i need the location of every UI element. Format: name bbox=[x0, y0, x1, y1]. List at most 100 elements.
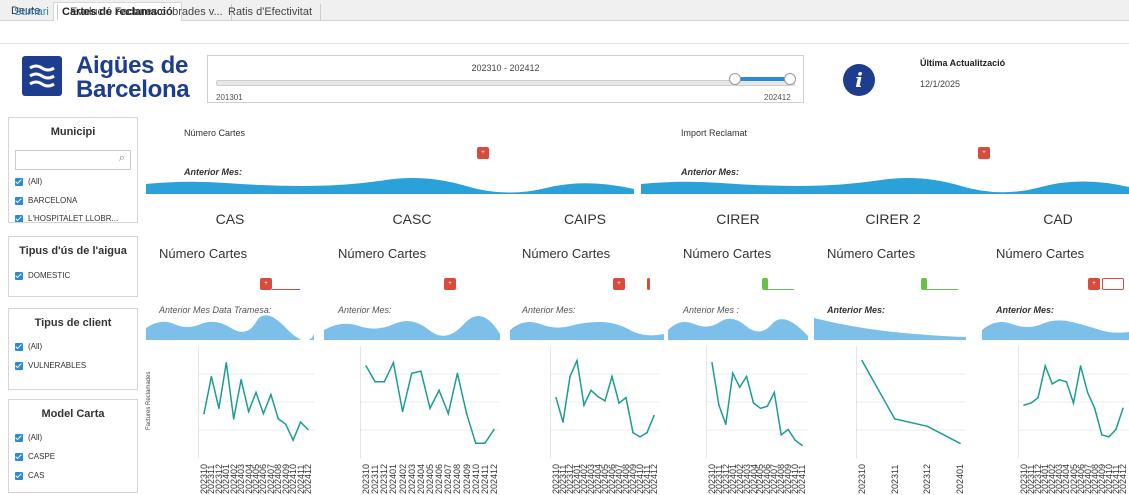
cad-numero-cartes-label: Número Cartes bbox=[996, 246, 1085, 261]
filter-model-carta-title: Model Carta bbox=[41, 408, 105, 420]
municipi-option-hospitalet[interactable]: L'HOSPITALET LLOBR... bbox=[15, 213, 118, 222]
kpi-right-delta-icon[interactable]: + bbox=[978, 147, 990, 159]
model-carta-option-caspe[interactable]: CASPE bbox=[15, 451, 55, 463]
casc-data-point bbox=[365, 365, 367, 367]
x-tick-label: 202312 bbox=[922, 463, 933, 494]
cirer-data-point bbox=[738, 386, 741, 388]
casc-delta-icon[interactable]: + bbox=[444, 278, 456, 290]
caips-data-point bbox=[611, 375, 613, 378]
caips-data-point bbox=[555, 396, 557, 399]
x-tick-label: 202311 bbox=[889, 464, 900, 494]
checkbox-checked-icon bbox=[15, 271, 23, 280]
cas-data-point bbox=[247, 410, 250, 413]
checkbox-checked-icon bbox=[15, 177, 23, 186]
municipi-search-input[interactable]: ⌕ bbox=[15, 150, 131, 170]
cirer-data-point bbox=[725, 423, 727, 425]
casc-data-point bbox=[374, 381, 376, 383]
y-axis-label: Factures Reclamades bbox=[146, 371, 152, 430]
checkbox-checked-icon bbox=[15, 452, 23, 461]
x-tick-label: 202412 bbox=[303, 463, 313, 494]
kpi-left-delta-icon[interactable]: + bbox=[477, 147, 489, 159]
model-carta-option-all[interactable]: (All) bbox=[15, 432, 42, 444]
cad-data-point bbox=[1086, 391, 1089, 394]
casc-data-point bbox=[410, 372, 413, 375]
caips-data-point bbox=[646, 431, 648, 434]
x-tick-label: 202412 bbox=[1118, 463, 1128, 494]
filter-municipi: Municipi ⌕ (All) BARCELONA L'HOSPITALET … bbox=[8, 117, 138, 223]
cas-data-point bbox=[218, 407, 220, 410]
cas-data-point bbox=[203, 412, 205, 415]
caips-series-line bbox=[555, 357, 655, 438]
cas-data-point bbox=[284, 423, 287, 425]
x-tick-label: 202401 bbox=[388, 463, 399, 494]
slider-thumb-end[interactable] bbox=[784, 73, 796, 85]
cirer2-line-chart bbox=[856, 346, 966, 458]
subtab-evolucio[interactable]: Evolució Factures cobrades v... bbox=[62, 4, 232, 20]
cirer-data-point bbox=[787, 428, 789, 431]
caips-data-point bbox=[597, 395, 599, 398]
caips-data-point bbox=[576, 359, 578, 362]
slider-thumb-start[interactable] bbox=[729, 73, 741, 85]
cirer-data-point bbox=[759, 407, 762, 410]
option-label: (All) bbox=[28, 342, 43, 351]
cad-data-point bbox=[1023, 404, 1025, 406]
cirer2-data-point bbox=[893, 418, 896, 420]
casc-data-point bbox=[456, 372, 459, 375]
x-tick-label: 202408 bbox=[452, 463, 463, 494]
cirer-line-chart bbox=[706, 346, 808, 458]
last-update-label: Última Actualització bbox=[920, 58, 1006, 68]
model-carta-option-cas[interactable]: CAS bbox=[15, 470, 44, 482]
cad-data-point bbox=[1108, 436, 1110, 438]
cad-delta-bar bbox=[1102, 278, 1124, 290]
subtab-ratis[interactable]: Ratis d'Efectivitat bbox=[220, 4, 322, 20]
logo-line-1: Aigües de bbox=[76, 52, 188, 79]
checkbox-checked-icon bbox=[15, 342, 23, 351]
caips-delta-bar bbox=[647, 278, 650, 290]
tipus-client-option-vulnerables[interactable]: VULNERABLES bbox=[15, 360, 86, 372]
search-icon: ⌕ bbox=[118, 152, 125, 164]
municipi-option-barcelona[interactable]: BARCELONA bbox=[15, 195, 77, 207]
casc-data-point bbox=[438, 389, 440, 392]
subtab-sumari[interactable]: Sumari bbox=[6, 4, 58, 20]
caips-numero-cartes-label: Número Cartes bbox=[522, 246, 611, 261]
column-header-casc: CASC bbox=[392, 211, 432, 227]
caips-area-sparkline bbox=[510, 322, 664, 340]
last-update-date: 12/1/2025 bbox=[920, 79, 961, 89]
cirer-data-point bbox=[752, 402, 755, 404]
tipus-client-option-all[interactable]: (All) bbox=[15, 341, 42, 353]
cad-data-point bbox=[1100, 434, 1103, 436]
tipus-us-option-domestic[interactable]: DOMESTIC bbox=[15, 270, 70, 282]
column-header-cirer: CIRER bbox=[716, 211, 760, 227]
cas-data-point bbox=[232, 418, 235, 420]
caips-delta-icon[interactable]: + bbox=[613, 278, 625, 290]
logo-icon bbox=[22, 56, 62, 96]
x-tick-label: 202401 bbox=[955, 463, 965, 494]
cirer2-numero-cartes-label: Número Cartes bbox=[827, 246, 916, 261]
caips-data-point bbox=[625, 396, 627, 399]
cas-data-point bbox=[299, 421, 302, 423]
cirer-data-point bbox=[731, 372, 734, 375]
slider-max-label: 202412 bbox=[764, 93, 791, 102]
option-label: CASPE bbox=[28, 452, 56, 461]
cirer2-data-point bbox=[959, 442, 961, 445]
cad-data-point bbox=[1065, 381, 1068, 383]
cirer2-data-point bbox=[926, 425, 929, 428]
casc-data-point bbox=[429, 407, 431, 410]
cad-data-point bbox=[1115, 428, 1117, 431]
column-header-cas: CAS bbox=[215, 211, 245, 227]
cas-area-sparkline bbox=[146, 315, 314, 340]
cas-delta-icon[interactable]: + bbox=[260, 278, 272, 290]
x-tick-label: 202411 bbox=[797, 464, 807, 494]
cad-delta-icon[interactable]: + bbox=[1088, 278, 1100, 290]
caips-data-point bbox=[653, 414, 655, 417]
slider-track[interactable] bbox=[216, 80, 795, 86]
cad-line-chart bbox=[1018, 346, 1129, 458]
caips-data-point bbox=[639, 436, 641, 438]
slider-min-label: 201301 bbox=[216, 93, 243, 102]
casc-data-point bbox=[493, 428, 495, 431]
filter-tipus-client: Tipus de client (All) VULNERABLES bbox=[8, 308, 138, 390]
info-icon[interactable]: i bbox=[843, 64, 875, 96]
municipi-option-all[interactable]: (All) bbox=[15, 176, 42, 188]
checkbox-checked-icon bbox=[15, 471, 23, 480]
caips-data-point bbox=[583, 404, 585, 406]
